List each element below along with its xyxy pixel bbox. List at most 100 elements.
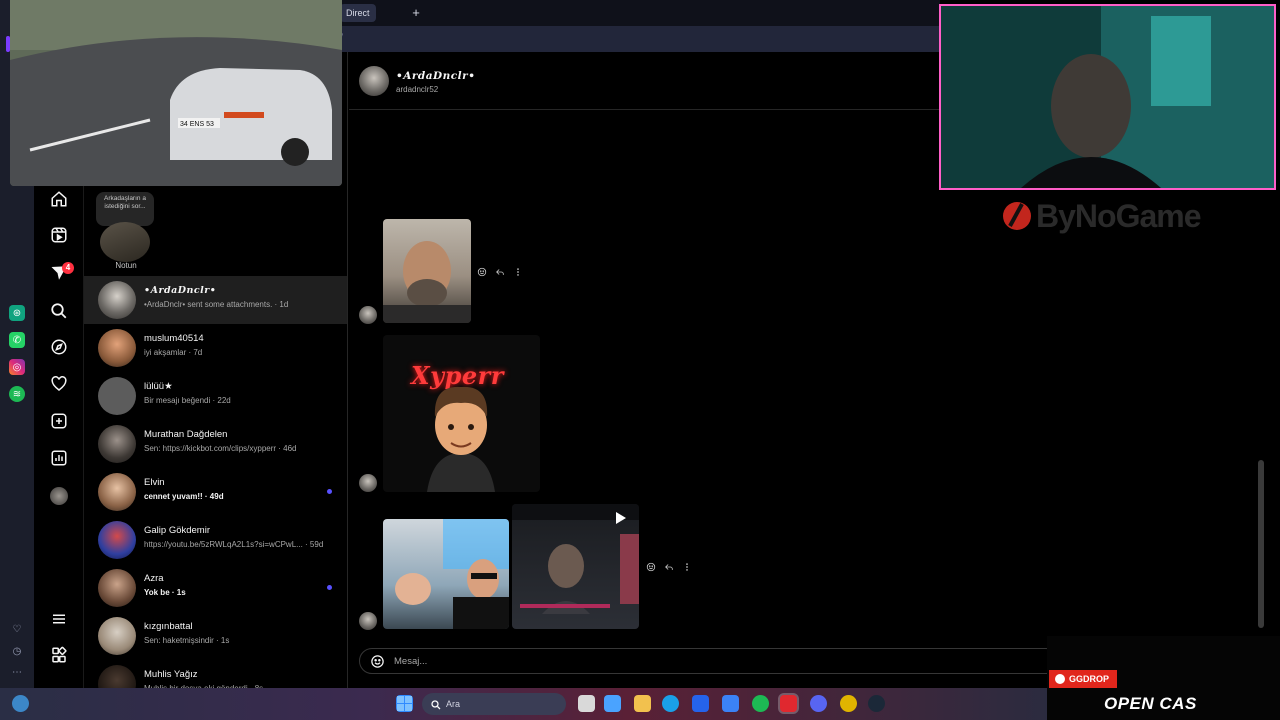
conversation-avatar[interactable] bbox=[98, 473, 136, 511]
weather-icon[interactable] bbox=[12, 695, 29, 712]
ggdrop-title: OPEN CAS bbox=[1104, 694, 1197, 713]
profile-avatar[interactable] bbox=[50, 487, 68, 505]
chat-header-avatar[interactable] bbox=[359, 66, 389, 96]
sender-avatar[interactable] bbox=[359, 612, 377, 630]
note-bubble[interactable]: Arkadaşların a istediğini sor... bbox=[96, 192, 154, 226]
reply-icon[interactable] bbox=[495, 267, 505, 277]
conversation-avatar[interactable] bbox=[98, 329, 136, 367]
react-icon[interactable] bbox=[646, 562, 656, 572]
license-plate: 34 ENS 53 bbox=[180, 121, 214, 128]
conversation-name: lülüü★ bbox=[144, 381, 173, 392]
webcam-scene bbox=[941, 6, 1274, 188]
thumbnail-1-content bbox=[395, 519, 509, 629]
file-explorer-icon[interactable] bbox=[578, 695, 595, 712]
opera-icon[interactable] bbox=[780, 695, 797, 712]
conversation-row[interactable]: Muhlis YağızMuhlis bir dosya eki gönderd… bbox=[84, 660, 347, 688]
start-button-icon[interactable] bbox=[396, 695, 413, 712]
conversation-avatar[interactable] bbox=[98, 665, 136, 688]
chat-header-name[interactable]: •ArdaDnclr• bbox=[396, 70, 475, 82]
video-thumbnail-1[interactable] bbox=[383, 519, 509, 629]
conversation-name: kızgınbattal bbox=[144, 621, 193, 632]
conversation-row[interactable]: kızgınbattal Sen: haketmişsindir · 1s bbox=[84, 612, 347, 660]
react-icon[interactable] bbox=[477, 267, 487, 277]
create-icon[interactable] bbox=[50, 412, 68, 430]
video-thumbnail-2[interactable] bbox=[512, 504, 639, 629]
conversation-snippet: iyi akşamlar · 7d bbox=[144, 348, 203, 357]
home-icon[interactable] bbox=[50, 190, 68, 208]
messages-badge: 4 bbox=[62, 262, 74, 274]
thumbnail-2-content bbox=[512, 504, 639, 614]
dashboard-icon[interactable] bbox=[50, 449, 68, 467]
instagram-icon[interactable]: ◎ bbox=[9, 359, 25, 375]
conversation-name: Azra bbox=[144, 573, 164, 584]
tab-direct[interactable]: Direct bbox=[340, 4, 376, 22]
taskbar: Ara bbox=[0, 688, 1047, 720]
conversation-avatar[interactable] bbox=[98, 281, 136, 319]
conversation-avatar[interactable] bbox=[98, 569, 136, 607]
sponsor-logo-mark bbox=[1002, 200, 1032, 232]
sticker-image[interactable]: Xyperr bbox=[383, 335, 540, 492]
taskbar-search[interactable]: Ara bbox=[422, 693, 566, 715]
conversation-name: Elvin bbox=[144, 477, 165, 488]
conversation-row[interactable]: Murathan Dağdelen Sen: https://kickbot.co… bbox=[84, 420, 347, 468]
ggdrop-tag: GGDROP bbox=[1049, 670, 1118, 688]
discord-icon[interactable] bbox=[810, 695, 827, 712]
spotify-icon[interactable]: ≋ bbox=[9, 386, 25, 402]
whatsapp-icon[interactable]: ✆ bbox=[9, 332, 25, 348]
heart-icon[interactable]: ♡ bbox=[9, 621, 25, 637]
message-actions bbox=[646, 562, 692, 572]
conversation-avatar[interactable] bbox=[98, 377, 136, 415]
conversation-snippet: Bir mesajı beğendi · 22d bbox=[144, 396, 231, 405]
message-input[interactable]: Mesaj... bbox=[394, 656, 427, 667]
conversation-snippet: Yok be · 1s bbox=[144, 588, 186, 597]
emoji-icon[interactable] bbox=[370, 654, 385, 669]
conversation-avatar[interactable] bbox=[98, 521, 136, 559]
webcam-overlay bbox=[939, 4, 1276, 190]
sponsor-watermark: ByNoGame bbox=[1036, 198, 1201, 234]
message-composer[interactable]: Mesaj... bbox=[359, 648, 1059, 674]
steam-icon[interactable] bbox=[868, 695, 885, 712]
new-tab-button[interactable]: + bbox=[408, 5, 424, 21]
conversation-row[interactable]: Azra Yok be · 1s bbox=[84, 564, 347, 612]
reply-icon[interactable] bbox=[664, 562, 674, 572]
conversation-name: •ArdaDnclr• bbox=[144, 285, 217, 296]
chatgpt-icon[interactable]: ⊛ bbox=[9, 305, 25, 321]
more-options-icon[interactable] bbox=[513, 267, 523, 277]
photo-attachment[interactable] bbox=[383, 219, 471, 323]
chat-header-username: ardadnclr52 bbox=[396, 85, 439, 94]
menu-icon[interactable] bbox=[50, 610, 68, 628]
note-label: Notun bbox=[115, 261, 137, 270]
spotify-icon[interactable] bbox=[752, 695, 769, 712]
note-avatar[interactable] bbox=[100, 222, 150, 262]
conversation-row[interactable]: muslum40514 iyi akşamlar · 7d bbox=[84, 324, 347, 372]
clock-icon[interactable]: ◷ bbox=[9, 643, 25, 659]
conversation-name: Muhlis Yağız bbox=[144, 669, 198, 680]
conversation-snippet: Sen: https://kickbot.com/clips/xypperr ·… bbox=[144, 444, 297, 453]
conversation-row[interactable]: Galip Gökdemir https://youtu.be/5zRWLqA2L… bbox=[84, 516, 347, 564]
explore-icon[interactable] bbox=[50, 338, 68, 356]
app-icon[interactable] bbox=[692, 695, 709, 712]
chat-scrollbar[interactable] bbox=[1258, 460, 1264, 628]
conversation-snippet: •ArdaDnclr• sent some attachments. · 1d bbox=[144, 300, 289, 309]
more-icon[interactable]: ⋯ bbox=[9, 664, 25, 680]
conversation-row[interactable]: lülüü★ Bir mesajı beğendi · 22d bbox=[84, 372, 347, 420]
sender-avatar[interactable] bbox=[359, 474, 377, 492]
mail-icon[interactable] bbox=[722, 695, 739, 712]
more-options-icon[interactable] bbox=[682, 562, 692, 572]
conversation-avatar[interactable] bbox=[98, 425, 136, 463]
search-icon[interactable] bbox=[50, 302, 68, 320]
store-icon[interactable] bbox=[604, 695, 621, 712]
conversation-row[interactable]: Elvin cennet yuvam!! · 49d bbox=[84, 468, 347, 516]
folder-icon[interactable] bbox=[634, 695, 651, 712]
edge-icon[interactable] bbox=[662, 695, 679, 712]
also-from-meta-icon[interactable] bbox=[50, 646, 68, 664]
conversation-row[interactable]: •ArdaDnclr• •ArdaDnclr• sent some attachm… bbox=[84, 276, 347, 324]
conversation-avatar[interactable] bbox=[98, 617, 136, 655]
taskbar-search-input[interactable]: Ara bbox=[446, 699, 460, 709]
conversation-snippet: cennet yuvam!! · 49d bbox=[144, 492, 224, 501]
sender-avatar[interactable] bbox=[359, 306, 377, 324]
conversation-snippet: Sen: haketmişsindir · 1s bbox=[144, 636, 230, 645]
notifications-heart-icon[interactable] bbox=[50, 375, 68, 393]
reels-icon[interactable] bbox=[50, 226, 68, 244]
chrome-icon[interactable] bbox=[840, 695, 857, 712]
